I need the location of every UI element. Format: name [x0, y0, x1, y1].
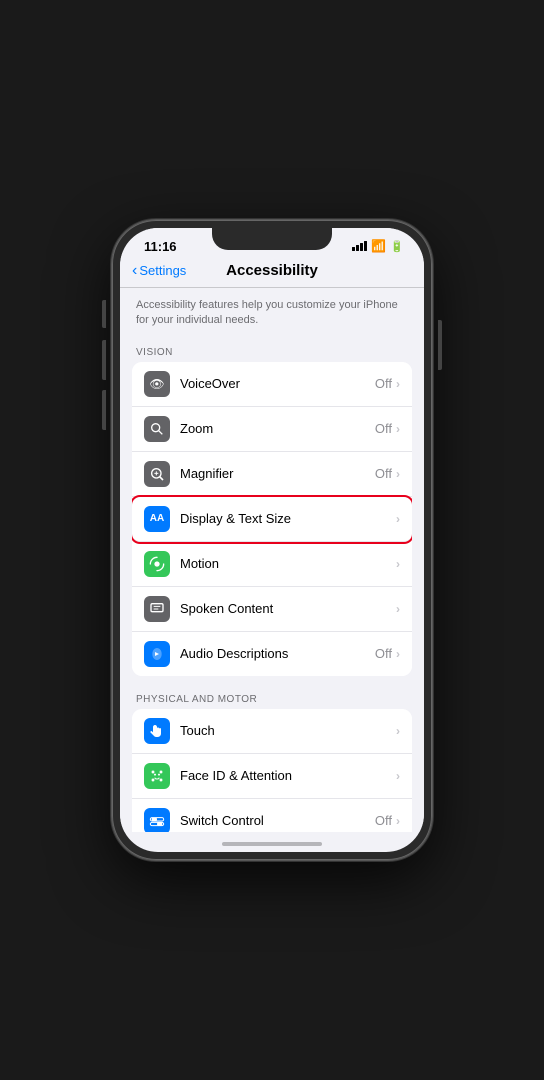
voiceover-label: VoiceOver: [180, 376, 375, 391]
audio-descriptions-icon: [144, 641, 170, 667]
zoom-row[interactable]: Zoom Off ›: [132, 407, 412, 452]
phone-frame: 11:16 📶 🔋 ‹ Settings Accessibility: [112, 220, 432, 860]
magnifier-icon: [144, 461, 170, 487]
wifi-icon: 📶: [371, 239, 386, 253]
zoom-chevron-icon: ›: [396, 422, 400, 436]
magnifier-chevron-icon: ›: [396, 467, 400, 481]
physical-motor-group: Touch › Face ID & Attention ›: [132, 709, 412, 832]
navigation-header: ‹ Settings Accessibility: [120, 260, 424, 288]
status-icons: 📶 🔋: [352, 239, 404, 253]
switch-control-label: Switch Control: [180, 813, 375, 828]
section-header-physical: PHYSICAL AND MOTOR: [120, 684, 424, 709]
switch-control-chevron-icon: ›: [396, 814, 400, 828]
silent-switch: [102, 300, 106, 328]
zoom-icon: [144, 416, 170, 442]
magnifier-row[interactable]: Magnifier Off ›: [132, 452, 412, 497]
audio-descriptions-label: Audio Descriptions: [180, 646, 375, 661]
voiceover-icon: 👁: [144, 371, 170, 397]
section-header-vision: VISION: [120, 337, 424, 362]
settings-content: Accessibility features help you customiz…: [120, 288, 424, 832]
audio-descriptions-row[interactable]: Audio Descriptions Off ›: [132, 632, 412, 676]
display-text-size-label: Display & Text Size: [180, 511, 392, 526]
magnifier-label: Magnifier: [180, 466, 375, 481]
back-button[interactable]: ‹ Settings: [132, 263, 186, 279]
display-text-size-chevron-icon: ›: [396, 512, 400, 526]
page-title: Accessibility: [226, 262, 318, 279]
touch-row[interactable]: Touch ›: [132, 709, 412, 754]
status-time: 11:16: [140, 239, 177, 254]
volume-down-button: [102, 390, 106, 430]
magnifier-value: Off: [375, 466, 392, 481]
zoom-value: Off: [375, 421, 392, 436]
phone-screen: 11:16 📶 🔋 ‹ Settings Accessibility: [120, 228, 424, 852]
switch-control-icon: [144, 808, 170, 832]
face-id-icon: [144, 763, 170, 789]
spoken-content-label: Spoken Content: [180, 601, 392, 616]
motion-row[interactable]: Motion ›: [132, 542, 412, 587]
face-id-label: Face ID & Attention: [180, 768, 392, 783]
description-text: Accessibility features help you customiz…: [120, 288, 424, 337]
vision-group: 👁 VoiceOver Off › Zoom Off ›: [132, 362, 412, 676]
audio-descriptions-value: Off: [375, 646, 392, 661]
motion-icon: [144, 551, 170, 577]
spoken-content-icon: [144, 596, 170, 622]
zoom-label: Zoom: [180, 421, 375, 436]
signal-icon: [352, 241, 367, 251]
power-button: [438, 320, 442, 370]
voiceover-chevron-icon: ›: [396, 377, 400, 391]
touch-label: Touch: [180, 723, 392, 738]
notch: [212, 228, 332, 250]
motion-chevron-icon: ›: [396, 557, 400, 571]
back-label: Settings: [139, 263, 186, 278]
motion-label: Motion: [180, 556, 392, 571]
switch-control-value: Off: [375, 813, 392, 828]
volume-up-button: [102, 340, 106, 380]
spoken-content-chevron-icon: ›: [396, 602, 400, 616]
audio-descriptions-chevron-icon: ›: [396, 647, 400, 661]
back-chevron-icon: ‹: [132, 263, 137, 279]
battery-icon: 🔋: [390, 240, 404, 253]
switch-control-row[interactable]: Switch Control Off ›: [132, 799, 412, 832]
touch-chevron-icon: ›: [396, 724, 400, 738]
voiceover-value: Off: [375, 376, 392, 391]
touch-icon: [144, 718, 170, 744]
voiceover-row[interactable]: 👁 VoiceOver Off ›: [132, 362, 412, 407]
display-text-size-icon: AA: [144, 506, 170, 532]
home-indicator: [222, 842, 322, 846]
display-text-size-row[interactable]: AA Display & Text Size ›: [132, 497, 412, 542]
face-id-chevron-icon: ›: [396, 769, 400, 783]
spoken-content-row[interactable]: Spoken Content ›: [132, 587, 412, 632]
face-id-row[interactable]: Face ID & Attention ›: [132, 754, 412, 799]
